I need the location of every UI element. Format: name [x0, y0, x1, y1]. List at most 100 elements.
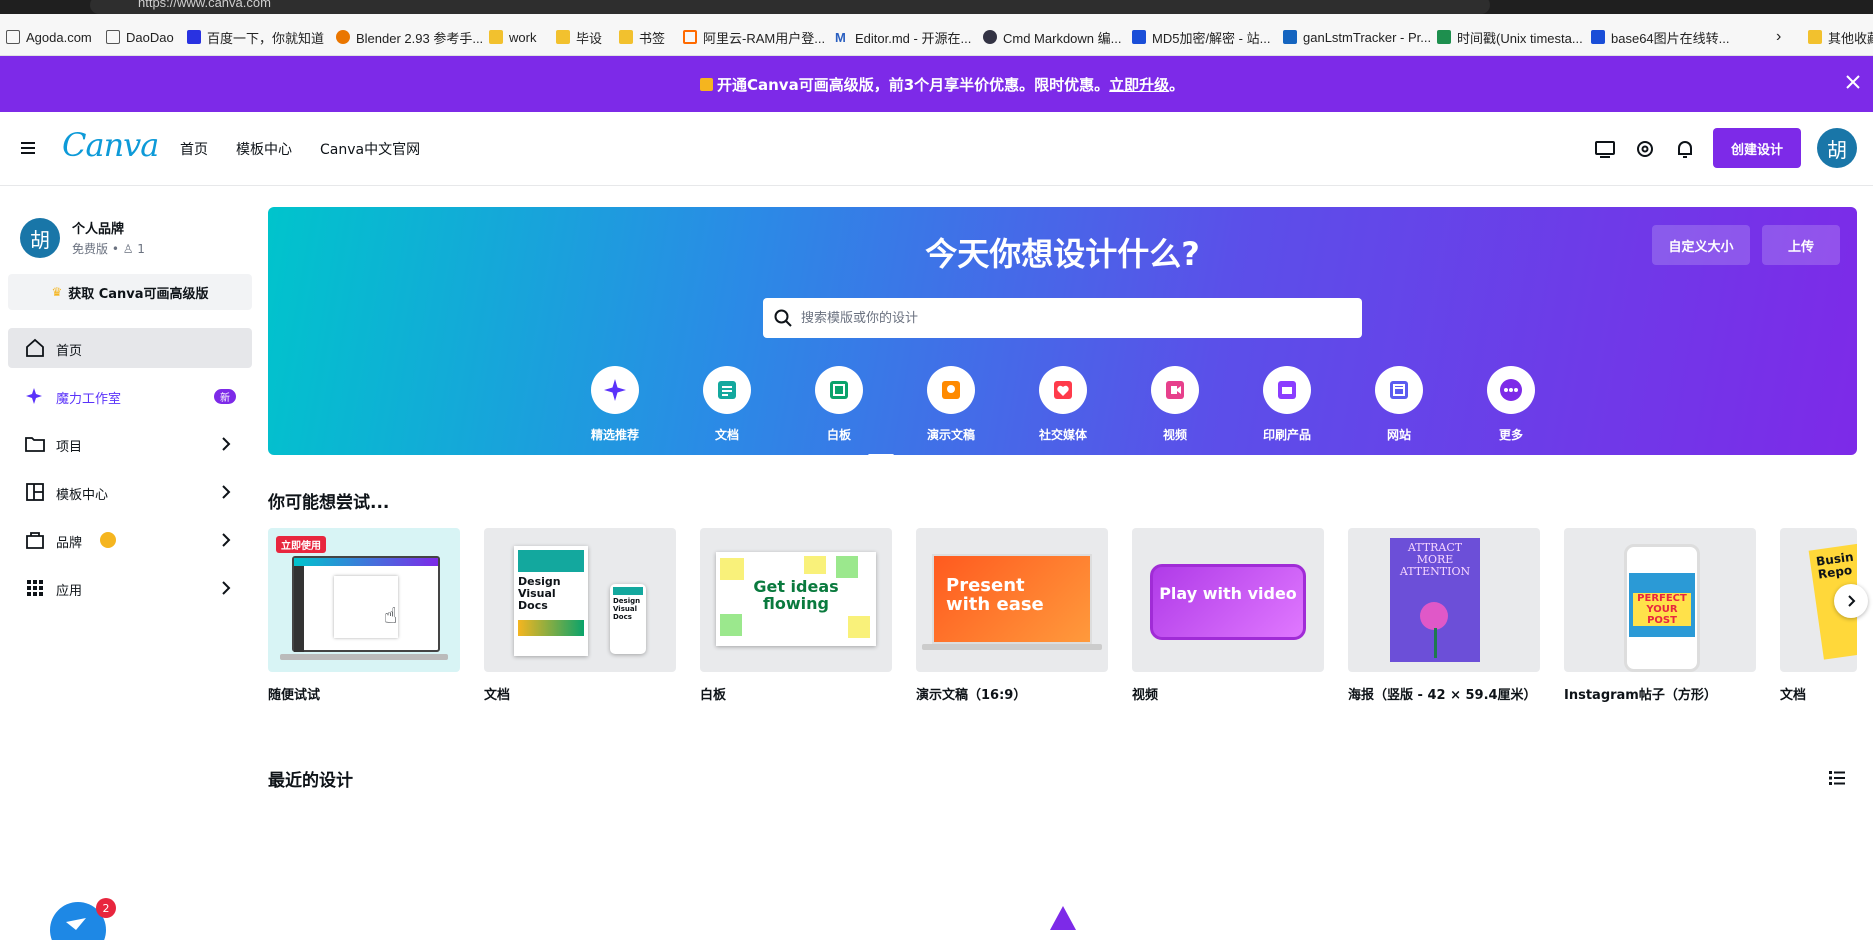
bookmark-bishe[interactable]: 毕设: [556, 28, 602, 46]
category-website[interactable]: 网站: [1354, 366, 1444, 443]
design-card-freeform[interactable]: 立即使用 ☝ 随便试试: [268, 528, 460, 703]
category-featured[interactable]: 精选推荐: [570, 366, 660, 443]
bookmark-shuqian[interactable]: 书签: [619, 28, 665, 46]
sparkle-icon: [591, 366, 639, 414]
category-video[interactable]: 视频: [1130, 366, 1220, 443]
page-icon: [106, 30, 120, 44]
category-presentation[interactable]: 演示文稿: [906, 366, 996, 443]
sidebar-item-label: 应用: [56, 584, 83, 599]
hero-banner: 今天你想设计什么? 自定义大小 上传 精选推荐 文档 白板 演示文稿 社交媒体 …: [268, 207, 1857, 455]
video-icon: [1151, 366, 1199, 414]
search-box[interactable]: [763, 298, 1362, 338]
hand-cursor-icon: ☝: [384, 604, 398, 629]
design-card-poster[interactable]: ATTRACT MORE ATTENTION 海报（竖版 - 42 × 59.4…: [1348, 528, 1540, 703]
base64-icon: [1591, 30, 1605, 44]
team-name[interactable]: 个人品牌: [72, 218, 124, 237]
card-thumbnail: 立即使用 ☝: [268, 528, 460, 672]
bookmarks-overflow-chevron-icon[interactable]: ›: [1776, 28, 1781, 46]
list-view-icon[interactable]: [1827, 768, 1847, 788]
sidebar-item-projects[interactable]: 项目: [8, 424, 252, 464]
bookmark-base64[interactable]: base64图片在线转...: [1591, 28, 1730, 46]
bookmark-label: base64图片在线转...: [1611, 30, 1730, 46]
nav-home[interactable]: 首页: [180, 139, 208, 159]
close-icon[interactable]: [1841, 70, 1865, 94]
design-card-presentation[interactable]: Present with ease 演示文稿（16:9）: [916, 528, 1108, 703]
crown-icon: ♛: [51, 285, 63, 299]
thumb-text: Play with video: [1159, 584, 1297, 603]
upgrade-button[interactable]: ♛ 获取 Canva可画高级版: [8, 274, 252, 310]
folder-icon: [489, 30, 503, 44]
upload-button[interactable]: 上传: [1762, 225, 1840, 265]
design-card-docs[interactable]: Design Visual Docs Design Visual Docs 文档: [484, 528, 676, 703]
promo-text: 开通Canva可画高级版，前3个月享半价优惠。限时优惠。立即升级。: [700, 74, 1184, 95]
address-bar[interactable]: https://www.canva.com: [90, 0, 1490, 14]
card-label: 白板: [700, 688, 727, 703]
thumb-text: PERFECT YOUR POST: [1633, 593, 1691, 626]
category-more[interactable]: 更多: [1466, 366, 1556, 443]
custom-size-button[interactable]: 自定义大小: [1652, 225, 1750, 265]
nav-canva-cn[interactable]: Canva中文官网: [320, 139, 420, 159]
team-avatar[interactable]: 胡: [20, 218, 60, 258]
nav-templates[interactable]: 模板中心: [236, 139, 292, 159]
avatar[interactable]: 胡: [1817, 128, 1857, 168]
promo-upgrade-link[interactable]: 立即升级: [1109, 76, 1169, 94]
create-design-button[interactable]: 创建设计: [1713, 128, 1801, 168]
bookmark-blender[interactable]: Blender 2.93 参考手...: [336, 28, 483, 46]
bookmark-daodao[interactable]: DaoDao: [106, 28, 174, 46]
bookmark-ganlstm[interactable]: ganLstmTracker - Pr...: [1283, 28, 1431, 46]
category-whiteboard[interactable]: 白板: [794, 366, 884, 443]
design-card-whiteboard[interactable]: Get ideas flowing 白板: [700, 528, 892, 703]
bookmark-work[interactable]: work: [489, 28, 536, 46]
promo-end: 。: [1169, 76, 1185, 94]
search-input[interactable]: [801, 298, 1351, 338]
bookmark-baidu[interactable]: 百度一下，你就知道: [187, 28, 324, 46]
presentation-icon: [927, 366, 975, 414]
card-label: 视频: [1132, 688, 1159, 703]
bookmark-cmd-markdown[interactable]: Cmd Markdown 编...: [983, 28, 1121, 46]
heart-icon: [1039, 366, 1087, 414]
chevron-right-icon: [222, 437, 231, 451]
sidebar-item-brand[interactable]: 品牌: [8, 520, 252, 560]
sparkle-icon: [26, 388, 42, 404]
desktop-app-icon[interactable]: [1592, 136, 1618, 162]
bookmark-agoda[interactable]: Agoda.com: [6, 28, 92, 46]
bookmark-label: Blender 2.93 参考手...: [356, 30, 484, 46]
folder-icon: [556, 30, 570, 44]
category-social-media[interactable]: 社交媒体: [1018, 366, 1108, 443]
bookmark-label: ganLstmTracker - Pr...: [1303, 29, 1432, 45]
promo-message: 开通Canva可画高级版，前3个月享半价优惠。限时优惠。: [717, 76, 1110, 94]
thumb-text: Get ideas flowing: [753, 577, 839, 613]
bell-icon[interactable]: [1672, 136, 1698, 162]
chevron-right-icon: [222, 485, 231, 499]
design-card-instagram[interactable]: PERFECT YOUR POST Instagram帖子（方形）: [1564, 528, 1756, 703]
sidebar-item-templates[interactable]: 模板中心: [8, 472, 252, 512]
bookmark-editormd[interactable]: M Editor.md - 开源在...: [835, 28, 971, 46]
menu-icon[interactable]: [18, 138, 38, 158]
sidebar-item-home[interactable]: 首页: [8, 328, 252, 368]
bookmark-aliyun[interactable]: 阿里云-RAM用户登...: [683, 28, 825, 46]
bookmark-timestamp[interactable]: 时间戳(Unix timesta...: [1437, 28, 1583, 46]
design-card-video[interactable]: Play with video 视频: [1132, 528, 1324, 703]
carousel-next-button[interactable]: [1834, 584, 1868, 618]
try-now-badge: 立即使用: [276, 536, 326, 553]
bookmark-md5[interactable]: MD5加密/解密 - 站...: [1132, 28, 1270, 46]
sidebar-item-magic-studio[interactable]: 魔力工作室 新: [8, 376, 252, 416]
gear-icon[interactable]: [1632, 136, 1658, 162]
bookmark-other[interactable]: 其他收藏: [1808, 28, 1873, 46]
notification-count-badge: 2: [96, 898, 116, 918]
sidebar-item-apps[interactable]: 应用: [8, 568, 252, 608]
thumb-text: ATTRACT MORE ATTENTION: [1399, 541, 1471, 578]
card-thumbnail: Play with video: [1132, 528, 1324, 672]
search-icon: [774, 309, 792, 327]
blender-icon: [336, 30, 350, 44]
chevron-right-icon: [222, 533, 231, 547]
card-label: 文档: [1780, 688, 1807, 703]
home-icon: [26, 338, 44, 357]
category-label: 更多: [1498, 428, 1523, 442]
category-print[interactable]: 印刷产品: [1242, 366, 1332, 443]
category-docs[interactable]: 文档: [682, 366, 772, 443]
canva-logo[interactable]: Canva: [62, 126, 159, 164]
on-icon: [1283, 30, 1297, 44]
upgrade-label: 获取 Canva可画高级版: [68, 286, 209, 302]
thumb-text: Present with ease: [946, 575, 1044, 615]
